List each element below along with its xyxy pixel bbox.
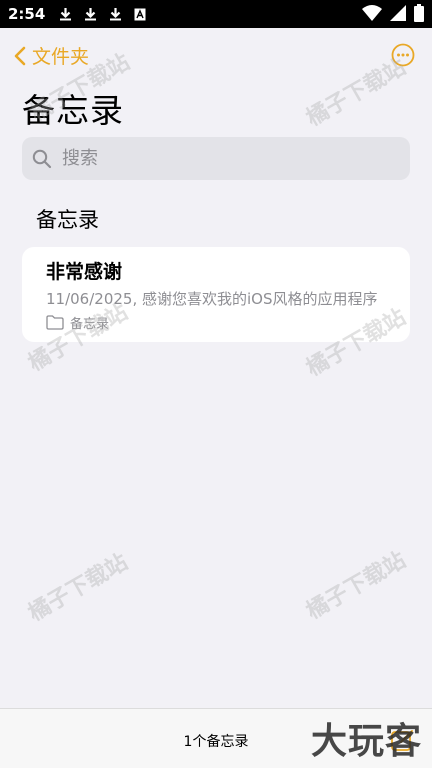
download-icon <box>109 7 122 21</box>
note-snippet: 11/06/2025, 感谢您喜欢我的iOS风格的应用程序 <box>46 290 378 308</box>
note-title: 非常感谢 <box>46 261 123 283</box>
search-input[interactable] <box>62 148 382 169</box>
search-bar[interactable] <box>22 137 410 180</box>
more-button[interactable] <box>391 43 415 67</box>
system-icons <box>362 4 424 22</box>
note-folder: 备忘录 <box>46 313 109 332</box>
watermark: 橘子下载站 <box>24 549 133 627</box>
status-time: 2:54 <box>8 5 46 23</box>
signal-icon <box>390 4 406 22</box>
brand-logo: 大玩客 <box>310 721 422 762</box>
section-header: 备忘录 <box>36 208 99 232</box>
navigation-bar: 文件夹 <box>0 28 432 82</box>
search-icon <box>32 149 62 169</box>
chevron-left-icon <box>14 46 26 66</box>
note-item[interactable]: 非常感谢 11/06/2025, 感谢您喜欢我的iOS风格的应用程序 备忘录 <box>22 247 410 342</box>
watermark: 橘子下载站 <box>302 547 411 625</box>
folder-icon <box>46 315 64 330</box>
page-title: 备忘录 <box>22 91 124 130</box>
back-button-label: 文件夹 <box>32 46 90 68</box>
back-button[interactable]: 文件夹 <box>14 42 89 69</box>
more-circle-icon <box>391 43 415 67</box>
status-bar: 2:54 <box>0 0 432 28</box>
download-icon <box>59 7 72 21</box>
notification-icons <box>59 7 146 21</box>
wifi-icon <box>362 4 382 22</box>
note-folder-label: 备忘录 <box>70 317 110 332</box>
download-icon <box>84 7 97 21</box>
battery-icon <box>414 4 424 22</box>
font-icon <box>134 8 146 21</box>
